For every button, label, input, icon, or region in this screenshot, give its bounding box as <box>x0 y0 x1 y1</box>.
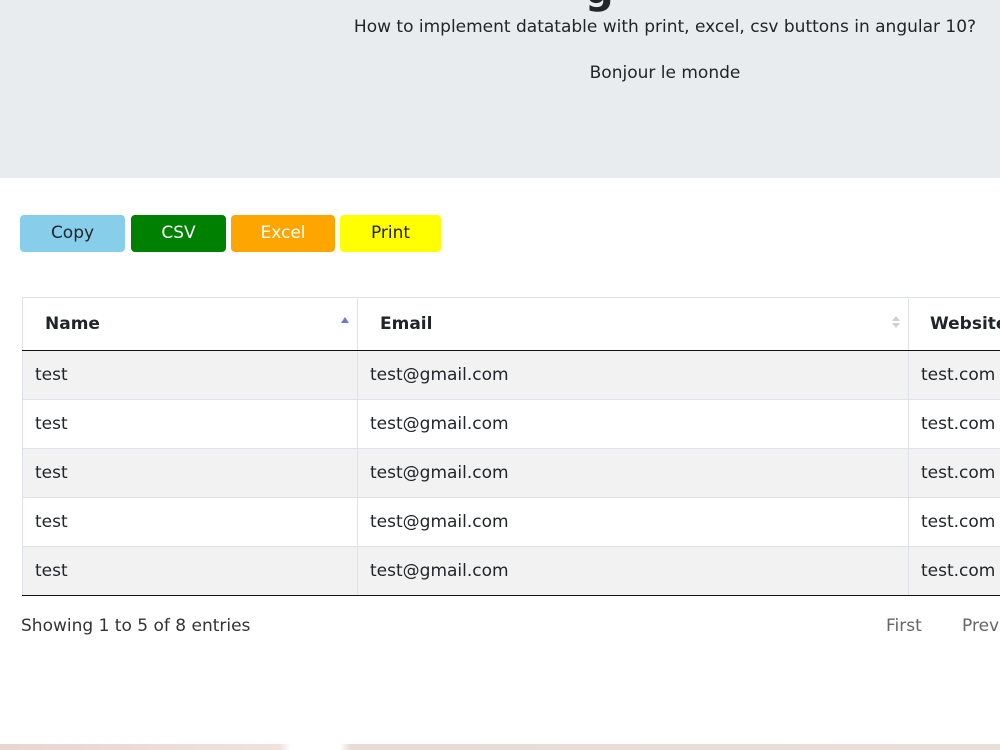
cell-website: test.com <box>908 350 1000 400</box>
page-subtitle: How to implement datatable with print, e… <box>353 17 977 37</box>
column-header-website[interactable]: Website <box>908 297 1000 351</box>
cell-name: test <box>22 546 358 596</box>
table-row[interactable]: test test@gmail.com test.com <box>22 350 1000 400</box>
cell-website: test.com <box>908 497 1000 547</box>
cell-website: test.com <box>908 399 1000 449</box>
table-row[interactable]: test test@gmail.com test.com <box>22 399 1000 449</box>
print-button[interactable]: Print <box>340 215 441 252</box>
header-jumbotron: g How to implement datatable with print,… <box>0 0 1000 178</box>
cell-email: test@gmail.com <box>357 497 909 547</box>
table-info: Showing 1 to 5 of 8 entries <box>21 616 251 636</box>
column-header-label: Name <box>45 314 100 334</box>
data-table: Name Email Website test test@gmail.com t… <box>22 297 1000 596</box>
cell-name: test <box>22 399 358 449</box>
cell-name: test <box>22 448 358 498</box>
cell-website: test.com <box>908 448 1000 498</box>
copy-button[interactable]: Copy <box>20 215 125 252</box>
sort-ascending-icon <box>341 317 349 323</box>
bottom-divider <box>0 744 1000 750</box>
sort-both-icon <box>892 316 900 328</box>
greeting-text: Bonjour le monde <box>589 63 741 83</box>
pagination-first-button[interactable]: First <box>886 614 922 638</box>
column-header-name[interactable]: Name <box>22 297 358 351</box>
table-row[interactable]: test test@gmail.com test.com <box>22 497 1000 547</box>
column-header-label: Email <box>380 314 433 334</box>
page: g How to implement datatable with print,… <box>0 0 1000 750</box>
cell-email: test@gmail.com <box>357 448 909 498</box>
cell-website: test.com <box>908 546 1000 596</box>
table-row[interactable]: test test@gmail.com test.com <box>22 448 1000 498</box>
page-title: g <box>585 0 614 10</box>
cell-email: test@gmail.com <box>357 546 909 596</box>
cell-email: test@gmail.com <box>357 399 909 449</box>
cell-name: test <box>22 350 358 400</box>
excel-button[interactable]: Excel <box>231 215 335 252</box>
cell-email: test@gmail.com <box>357 350 909 400</box>
cell-name: test <box>22 497 358 547</box>
csv-button[interactable]: CSV <box>131 215 226 252</box>
table-header-row: Name Email Website <box>22 297 1000 351</box>
pagination-previous-button[interactable]: Previous <box>962 614 1000 638</box>
column-header-label: Website <box>930 314 1000 334</box>
column-header-email[interactable]: Email <box>357 297 909 351</box>
table-row[interactable]: test test@gmail.com test.com <box>22 546 1000 596</box>
